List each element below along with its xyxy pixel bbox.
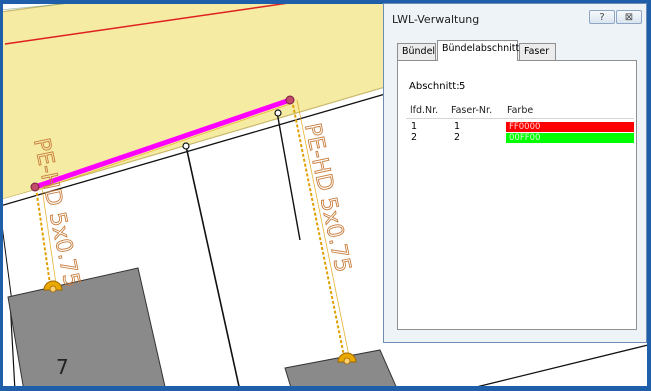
parcel-number: 7 (56, 355, 69, 379)
window-frame-left (0, 0, 3, 391)
window-frame-bottom (0, 386, 651, 391)
tab-faser[interactable]: Faser (519, 43, 556, 60)
row1-faser[interactable]: 1 (454, 121, 460, 132)
column-header-faser[interactable]: Faser-Nr. (451, 105, 492, 116)
cable-node-right[interactable] (285, 95, 295, 105)
window-frame-right (647, 0, 651, 391)
tab-panel: Abschnitt: 5 lfd.Nr. Faser-Nr. Farbe 1 1… (397, 60, 637, 330)
row1-color-swatch[interactable]: FF0000 (506, 122, 634, 132)
vertex-marker-1[interactable] (182, 142, 190, 150)
row2-faser[interactable]: 2 (454, 132, 460, 143)
row2-color-swatch[interactable]: 00FF00 (506, 133, 634, 143)
row1-lfd[interactable]: 1 (411, 121, 417, 132)
lwl-management-dialog: LWL-Verwaltung ? ⊠ Bündel Bündelabschnit… (383, 3, 647, 343)
help-button[interactable]: ? (589, 10, 615, 24)
header-divider (406, 118, 634, 119)
vertex-marker-2[interactable] (274, 109, 282, 117)
column-header-farbe[interactable]: Farbe (507, 105, 533, 116)
app-window: PE-HD 5x0.75 PE-HD 5x0.75 7 LWL-Verwaltu… (0, 0, 651, 391)
section-label: Abschnitt: (409, 81, 460, 92)
tab-buendel[interactable]: Bündel (397, 43, 436, 60)
close-button[interactable]: ⊠ (616, 10, 642, 24)
dialog-title: LWL-Verwaltung (392, 13, 480, 26)
row2-lfd[interactable]: 2 (411, 132, 417, 143)
section-value: 5 (459, 81, 466, 92)
column-header-lfd[interactable]: lfd.Nr. (410, 105, 438, 116)
tab-buendelabschnitt[interactable]: Bündelabschnitt (437, 40, 519, 61)
